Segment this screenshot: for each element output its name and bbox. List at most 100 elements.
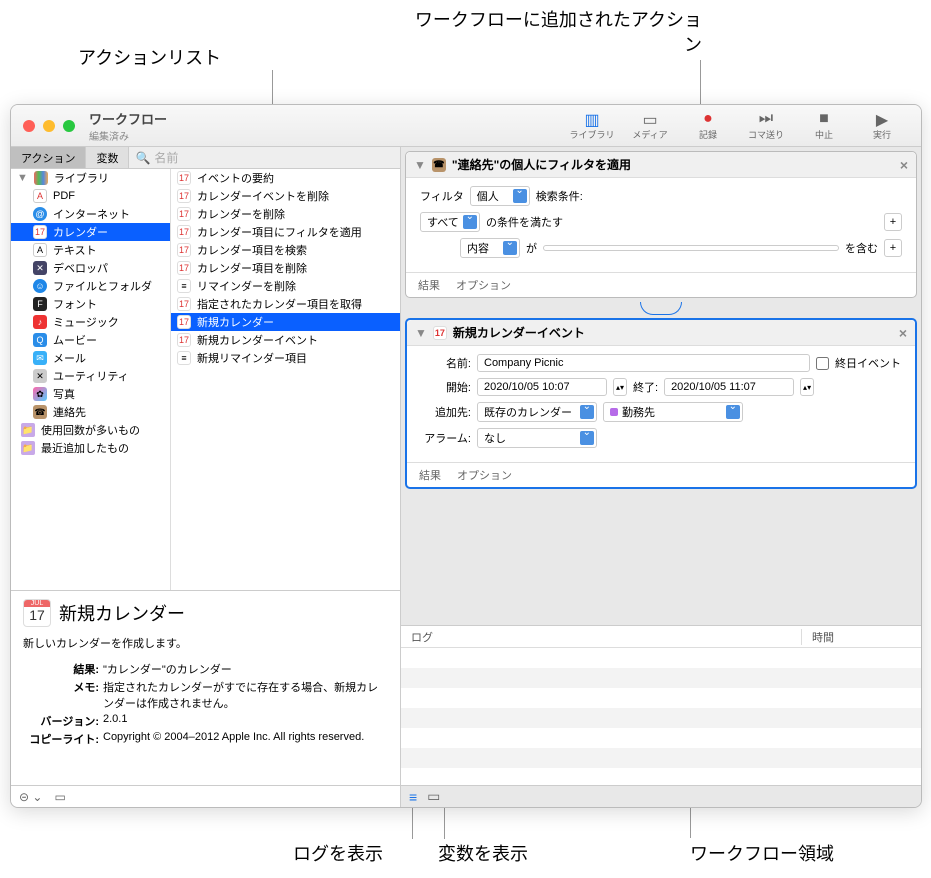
condition-text: の条件を満たす <box>486 214 563 230</box>
event-name-input[interactable]: Company Picnic <box>477 354 810 372</box>
lib-calendar[interactable]: 17カレンダー <box>11 223 170 241</box>
filter-label: フィルタ <box>420 188 464 204</box>
step-button[interactable]: ⏭コマ送り <box>739 110 793 141</box>
callout-show-log: ログを表示 <box>293 840 383 866</box>
stop-button[interactable]: ■中止 <box>797 110 851 141</box>
filter-value-input[interactable] <box>543 245 839 251</box>
alarm-label: アラーム: <box>421 430 471 446</box>
action-item[interactable]: 17カレンダー項目を検索 <box>171 241 400 259</box>
media-button[interactable]: ▭メディア <box>623 110 677 141</box>
lib-photo[interactable]: ✿写真 <box>11 385 170 403</box>
tab-variables[interactable]: 変数 <box>86 147 129 168</box>
addto-select[interactable]: 既存のカレンダー <box>477 402 597 422</box>
start-date-input[interactable]: 2020/10/05 10:07 <box>477 378 607 396</box>
window-subtitle: 編集済み <box>89 128 565 143</box>
workflow-action-new-calendar-event[interactable]: ▼ 17 新規カレンダーイベント × 名前: Company Picnic 終日… <box>405 318 917 489</box>
callout-line <box>412 805 413 839</box>
automator-window: ワークフロー 編集済み ▥ライブラリ ▭メディア ●記録 ⏭コマ送り ■中止 ▶… <box>10 104 922 808</box>
lib-developer[interactable]: ✕デベロッパ <box>11 259 170 277</box>
close-icon[interactable]: × <box>899 325 907 341</box>
action-item[interactable]: 17カレンダーを削除 <box>171 205 400 223</box>
left-panel: アクション 変数 🔍名前 ▼ライブラリ APDF @インターネット 17カレンダ… <box>11 147 401 807</box>
titlebar: ワークフロー 編集済み ▥ライブラリ ▭メディア ●記録 ⏭コマ送り ■中止 ▶… <box>11 105 921 147</box>
results-button[interactable]: 結果 <box>419 467 441 483</box>
action-item[interactable]: 17カレンダーイベントを削除 <box>171 187 400 205</box>
search-input[interactable]: 🔍名前 <box>129 149 400 166</box>
window-title: ワークフロー <box>89 109 565 128</box>
all-select[interactable]: すべて <box>420 212 480 232</box>
callout-show-vars: 変数を表示 <box>438 840 528 866</box>
workflow-area[interactable]: ▼ ☎ "連絡先"の個人にフィルタを適用 × フィルタ 個人 検索条件: すべて <box>401 147 921 807</box>
end-date-input[interactable]: 2020/10/05 11:07 <box>664 378 794 396</box>
disclosure-icon[interactable]: ▼ <box>415 326 427 340</box>
lib-files[interactable]: ☺ファイルとフォルダ <box>11 277 170 295</box>
allday-checkbox[interactable] <box>816 357 829 370</box>
show-log-button[interactable]: ≡ <box>409 789 417 805</box>
results-button[interactable]: 結果 <box>418 277 440 293</box>
info-panel: JUL17 新規カレンダー 新しいカレンダーを作成します。 結果:"カレンダー"… <box>11 590 400 785</box>
time-column-header[interactable]: 時間 <box>801 629 834 645</box>
options-button[interactable]: オプション <box>457 467 512 483</box>
add-rule-button[interactable]: + <box>884 239 902 257</box>
lib-utility[interactable]: ✕ユーティリティ <box>11 367 170 385</box>
show-variables-button[interactable]: ▭ <box>427 788 440 805</box>
workflow-action-filter-contacts[interactable]: ▼ ☎ "連絡先"の個人にフィルタを適用 × フィルタ 個人 検索条件: すべて <box>405 151 917 298</box>
record-button[interactable]: ●記録 <box>681 110 735 141</box>
minimize-window-button[interactable] <box>43 120 55 132</box>
action-title: "連絡先"の個人にフィルタを適用 <box>452 156 631 173</box>
calendar-select[interactable]: 勤務先 <box>603 402 743 422</box>
action-item[interactable]: 17カレンダー項目にフィルタを適用 <box>171 223 400 241</box>
library-toggle-button[interactable]: ▥ライブラリ <box>565 110 619 141</box>
lib-pdf[interactable]: APDF <box>11 187 170 205</box>
action-item[interactable]: ≡新規リマインダー項目 <box>171 349 400 367</box>
search-icon: 🔍 <box>135 151 150 165</box>
lib-font[interactable]: Fフォント <box>11 295 170 313</box>
action-item[interactable]: ≡リマインダーを削除 <box>171 277 400 295</box>
allday-label: 終日イベント <box>835 355 901 371</box>
zoom-window-button[interactable] <box>63 120 75 132</box>
info-title: 新規カレンダー <box>59 600 185 626</box>
add-condition-button[interactable]: + <box>884 213 902 231</box>
lib-most-used[interactable]: 📁使用回数が多いもの <box>11 421 170 439</box>
library-root[interactable]: ▼ライブラリ <box>11 169 170 187</box>
action-item[interactable]: 17新規カレンダーイベント <box>171 331 400 349</box>
start-stepper[interactable]: ▴▾ <box>613 378 627 396</box>
lib-movie[interactable]: Qムービー <box>11 331 170 349</box>
calendar-icon: JUL17 <box>23 599 51 627</box>
traffic-lights <box>23 120 75 132</box>
action-item[interactable]: 17カレンダー項目を削除 <box>171 259 400 277</box>
end-label: 終了: <box>633 379 658 395</box>
search-label: 検索条件: <box>536 188 583 204</box>
run-button[interactable]: ▶実行 <box>855 110 909 141</box>
lib-contacts[interactable]: ☎連絡先 <box>11 403 170 421</box>
lib-internet[interactable]: @インターネット <box>11 205 170 223</box>
callout-added-action: ワークフローに追加されたアクション <box>412 8 702 58</box>
close-icon[interactable]: × <box>900 157 908 173</box>
disclosure-icon[interactable]: ▼ <box>414 158 426 172</box>
action-item[interactable]: 17指定されたカレンダー項目を取得 <box>171 295 400 313</box>
lib-mail[interactable]: ✉メール <box>11 349 170 367</box>
filter-select[interactable]: 個人 <box>470 186 530 206</box>
lib-music[interactable]: ♪ミュージック <box>11 313 170 331</box>
library-list[interactable]: ▼ライブラリ APDF @インターネット 17カレンダー Aテキスト ✕デベロッ… <box>11 169 171 590</box>
content-select[interactable]: 内容 <box>460 238 520 258</box>
left-bottom-bar: ⊝ ⌄ ▭ <box>11 785 400 807</box>
options-icon[interactable]: ⊝ ⌄ <box>19 790 42 804</box>
view-icon[interactable]: ▭ <box>54 790 65 804</box>
callout-workflow-area: ワークフロー領域 <box>690 840 834 866</box>
alarm-select[interactable]: なし <box>477 428 597 448</box>
tab-actions[interactable]: アクション <box>11 147 86 168</box>
end-stepper[interactable]: ▴▾ <box>800 378 814 396</box>
info-description: 新しいカレンダーを作成します。 <box>23 635 388 651</box>
lib-text[interactable]: Aテキスト <box>11 241 170 259</box>
action-connector <box>401 302 921 314</box>
lib-recent[interactable]: 📁最近追加したもの <box>11 439 170 457</box>
callout-line <box>444 805 445 839</box>
action-item[interactable]: 17新規カレンダー <box>171 313 400 331</box>
title-block: ワークフロー 編集済み <box>89 109 565 143</box>
close-window-button[interactable] <box>23 120 35 132</box>
action-item[interactable]: 17イベントの要約 <box>171 169 400 187</box>
options-button[interactable]: オプション <box>456 277 511 293</box>
log-column-header[interactable]: ログ <box>401 629 801 645</box>
action-list[interactable]: 17イベントの要約 17カレンダーイベントを削除 17カレンダーを削除 17カレ… <box>171 169 400 590</box>
